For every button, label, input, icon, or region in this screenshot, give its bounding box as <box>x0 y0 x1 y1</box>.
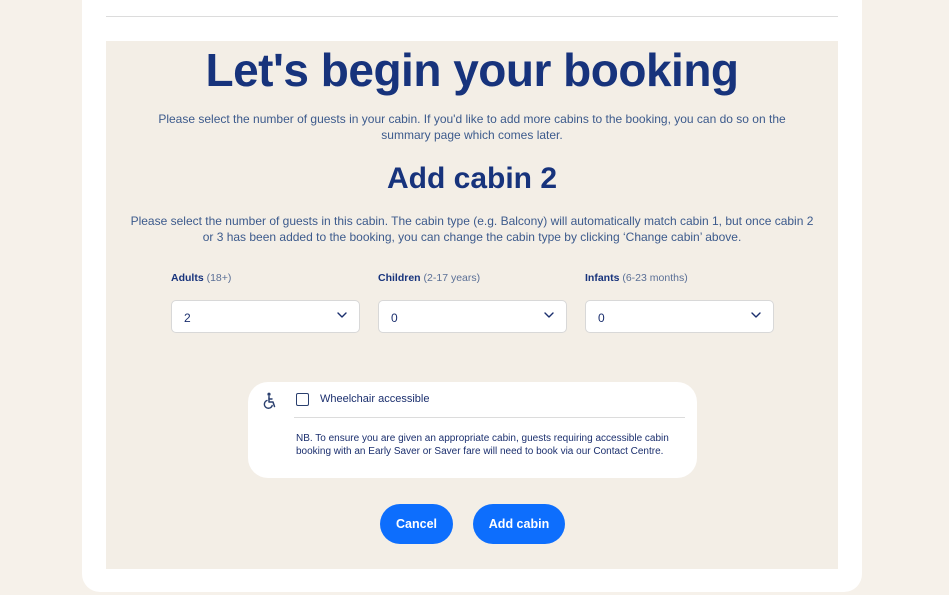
wheelchair-checkbox[interactable] <box>296 393 309 406</box>
children-label-text: Children <box>378 272 421 284</box>
infants-select[interactable]: 0 <box>585 300 774 333</box>
children-label-hint: (2-17 years) <box>423 272 481 284</box>
cabin-intro-text: Please select the number of guests in th… <box>130 214 814 244</box>
infants-label-text: Infants <box>585 272 620 284</box>
chevron-down-icon <box>337 312 347 318</box>
adults-select[interactable]: 2 <box>171 300 360 333</box>
wheelchair-icon <box>263 392 276 409</box>
booking-card: Let's begin your booking Please select t… <box>82 0 862 592</box>
children-label: Children (2-17 years) <box>378 272 567 288</box>
wheelchair-checkbox-label[interactable]: Wheelchair accessible <box>320 393 429 405</box>
accessibility-divider <box>294 417 685 418</box>
infants-label-hint: (6-23 months) <box>622 272 688 284</box>
infants-label: Infants (6-23 months) <box>585 272 774 288</box>
children-field: Children (2-17 years) 0 <box>378 272 567 333</box>
section-title: Add cabin 2 <box>386 162 558 195</box>
chevron-down-icon <box>544 312 554 318</box>
infants-select-value: 0 <box>598 311 605 325</box>
adults-label-text: Adults <box>171 272 204 284</box>
add-cabin-panel: Let's begin your booking Please select t… <box>106 41 838 569</box>
accessibility-box: Wheelchair accessible NB. To ensure you … <box>248 382 697 478</box>
add-cabin-button[interactable]: Add cabin <box>473 504 565 544</box>
infants-field: Infants (6-23 months) 0 <box>585 272 774 333</box>
children-select[interactable]: 0 <box>378 300 567 333</box>
adults-field: Adults (18+) 2 <box>171 272 360 333</box>
adults-label-hint: (18+) <box>206 272 232 284</box>
adults-label: Adults (18+) <box>171 272 360 288</box>
chevron-down-icon <box>751 312 761 318</box>
top-divider <box>106 16 838 17</box>
accessibility-note: NB. To ensure you are given an appropria… <box>296 433 669 457</box>
booking-intro-text: Please select the number of guests in yo… <box>158 112 786 142</box>
children-select-value: 0 <box>391 311 398 325</box>
cancel-button[interactable]: Cancel <box>380 504 453 544</box>
adults-select-value: 2 <box>184 311 191 325</box>
page-title: Let's begin your booking <box>205 44 739 96</box>
